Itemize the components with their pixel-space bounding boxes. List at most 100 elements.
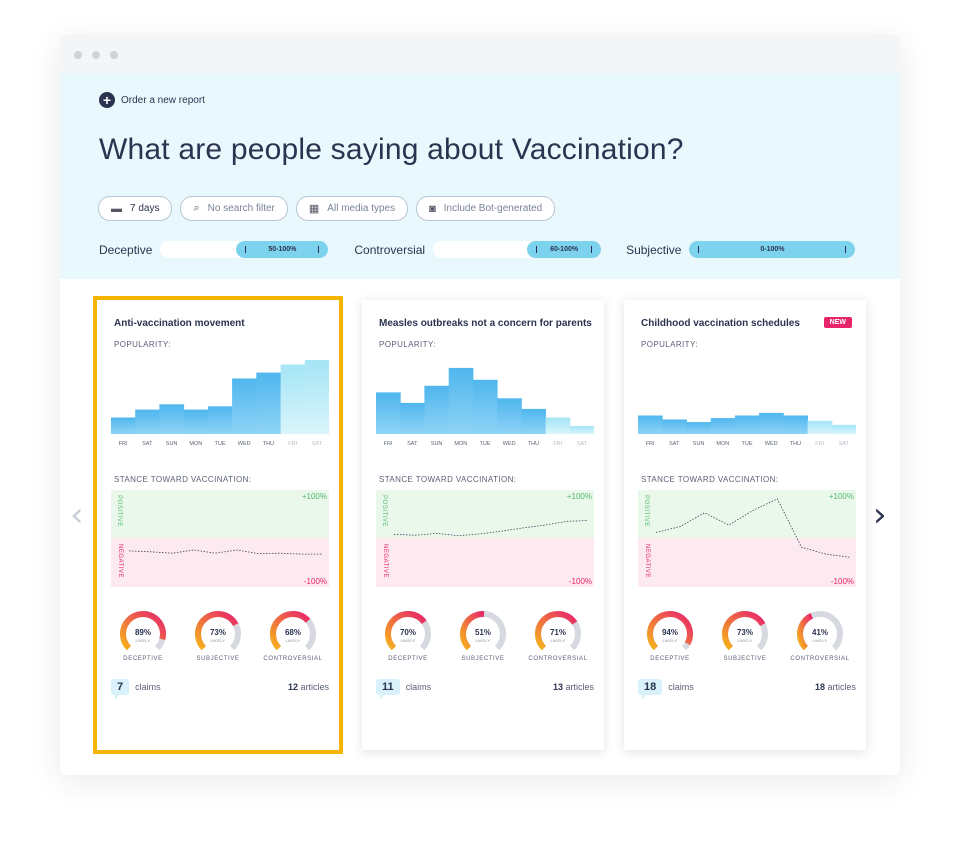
bot-filter[interactable]: ◙ Include Bot-generated <box>416 196 556 221</box>
day-tick-label: MON <box>716 441 729 447</box>
subjective-slider-label: Subjective <box>626 242 682 257</box>
window-titlebar <box>60 35 900 73</box>
page-title: What are people saying about Vaccination… <box>99 133 684 166</box>
stance-chart: POSITIVE NEGATIVE +100% -100% <box>111 490 329 588</box>
search-filter[interactable]: ⌕ No search filter <box>180 196 288 221</box>
slider-handle[interactable] <box>318 246 320 253</box>
slider-range-value: 50-100% <box>268 246 297 253</box>
gauge-label: CONTROVERSIAL <box>790 656 850 662</box>
popularity-bar <box>280 364 306 434</box>
card-title: Childhood vaccination schedules <box>641 318 800 329</box>
stance-line-chart <box>655 498 851 558</box>
filter-label: All media types <box>327 203 396 214</box>
articles-label: articles <box>300 682 329 692</box>
popularity-bar <box>304 360 329 434</box>
day-tick-label: SUN <box>431 441 443 447</box>
day-tick-label: TUE <box>215 441 226 447</box>
order-report-button[interactable]: + Order a new report <box>99 92 205 108</box>
popularity-bar <box>734 415 760 434</box>
claims-link[interactable]: 18 claims <box>638 679 694 700</box>
plus-icon: + <box>99 92 115 108</box>
next-arrow-icon[interactable]: › <box>873 495 887 535</box>
gauge-label: DECEPTIVE <box>388 656 428 662</box>
slider-handle[interactable] <box>698 246 700 253</box>
popularity-bar <box>472 379 498 434</box>
slider-handle[interactable] <box>536 246 538 253</box>
popularity-bar <box>400 402 425 434</box>
subjective-slider-range[interactable]: 0-100% <box>689 241 856 258</box>
day-tick-label: TUE <box>742 441 753 447</box>
controversial-slider-range[interactable]: 60-100% <box>527 241 602 258</box>
slider-handle[interactable] <box>591 246 593 253</box>
deceptive-gauge: 94% LIKELY DECEPTIVE <box>640 606 700 666</box>
gauge-value: 70% <box>399 628 416 637</box>
card-footer: 7 claims 12 articles <box>111 679 329 700</box>
stance-line <box>128 549 323 555</box>
day-tick-label: MON <box>454 441 467 447</box>
controversial-gauge: 68% LIKELY CONTROVERSIAL <box>263 606 323 666</box>
gauge-label: SUBJECTIVE <box>196 656 240 662</box>
slider-handle[interactable] <box>845 246 847 253</box>
articles-count: 18 <box>814 682 825 692</box>
articles-link[interactable]: 13 articles <box>553 682 594 692</box>
popularity-bar <box>807 420 833 434</box>
popularity-bar <box>710 418 736 434</box>
articles-label: articles <box>827 682 856 692</box>
subjective-slider[interactable]: 0-100% <box>689 241 856 258</box>
topic-card[interactable]: Anti-vaccination movement POPULARITY: FRI S… <box>93 296 343 754</box>
score-gauges: 94% LIKELY DECEPTIVE 73% LIKELY SUBJECTIVE 41%… <box>638 606 856 666</box>
topic-card[interactable]: Childhood vaccination schedules NEW POPULA… <box>624 300 866 750</box>
day-tick-label: FRI <box>288 441 297 447</box>
slider-handle[interactable] <box>245 246 247 253</box>
gauge-likely-label: LIKELY <box>400 638 416 643</box>
day-tick-label: WED <box>765 441 778 447</box>
gauge-label: DECEPTIVE <box>650 656 690 662</box>
day-tick-label: FRI <box>646 441 655 447</box>
subjective-gauge: 73% LIKELY SUBJECTIVE <box>188 606 248 666</box>
topic-card[interactable]: Measles outbreaks not a concern for pare… <box>362 300 604 750</box>
media-type-filter[interactable]: ▦ All media types <box>295 196 409 221</box>
popularity-bar <box>783 415 808 434</box>
claims-link[interactable]: 11 claims <box>376 679 431 700</box>
gauge-value: 89% <box>134 628 151 637</box>
popularity-bar <box>159 404 185 434</box>
articles-link[interactable]: 12 articles <box>288 682 329 692</box>
day-tick-label: SAT <box>407 441 418 447</box>
subjective-gauge: 51% LIKELY SUBJECTIVE <box>453 606 513 666</box>
articles-link[interactable]: 18 articles <box>815 682 856 692</box>
gauge-likely-label: LIKELY <box>662 638 678 643</box>
gauge-value: 41% <box>811 628 828 637</box>
day-tick-label: SAT <box>312 441 323 447</box>
day-tick-label: SUN <box>693 441 705 447</box>
date-range-filter[interactable]: ▬ 7 days <box>98 196 173 221</box>
score-gauges: 89% LIKELY DECEPTIVE 73% LIKELY SUBJECTIVE 68%… <box>111 606 329 666</box>
claims-count: 18 <box>638 679 663 700</box>
window-dot-icon <box>92 51 100 59</box>
popularity-label: POPULARITY: <box>114 340 171 349</box>
gauge-likely-label: LIKELY <box>210 638 226 643</box>
gauge-label: SUBJECTIVE <box>461 656 505 662</box>
subjective-gauge: 73% LIKELY SUBJECTIVE <box>715 606 775 666</box>
deceptive-slider[interactable]: 50-100% <box>160 241 329 258</box>
deceptive-slider-range[interactable]: 50-100% <box>236 241 329 258</box>
prev-arrow-icon[interactable]: ‹ <box>70 495 84 535</box>
score-gauges: 70% LIKELY DECEPTIVE 51% LIKELY SUBJECTIVE 71%… <box>376 606 594 666</box>
new-badge: NEW <box>823 317 852 328</box>
articles-label: articles <box>565 682 594 692</box>
gauge-value: 94% <box>661 628 678 637</box>
gauge-likely-label: LIKELY <box>737 638 753 643</box>
popularity-bar <box>111 417 136 434</box>
popularity-bar <box>183 409 209 434</box>
controversial-slider[interactable]: 60-100% <box>433 241 602 258</box>
stance-label: STANCE TOWARD VACCINATION: <box>641 475 779 484</box>
stance-chart: POSITIVE NEGATIVE +100% -100% <box>638 490 856 588</box>
stance-label: STANCE TOWARD VACCINATION: <box>379 475 517 484</box>
gauge-value: 71% <box>549 628 566 637</box>
day-tick-label: SUN <box>166 441 178 447</box>
stance-chart: POSITIVE NEGATIVE +100% -100% <box>376 490 594 588</box>
claims-link[interactable]: 7 claims <box>111 679 161 700</box>
slider-range-value: 0-100% <box>760 246 785 253</box>
popularity-bar <box>256 372 281 434</box>
claims-count: 7 <box>111 679 130 700</box>
popularity-bar <box>686 422 712 434</box>
